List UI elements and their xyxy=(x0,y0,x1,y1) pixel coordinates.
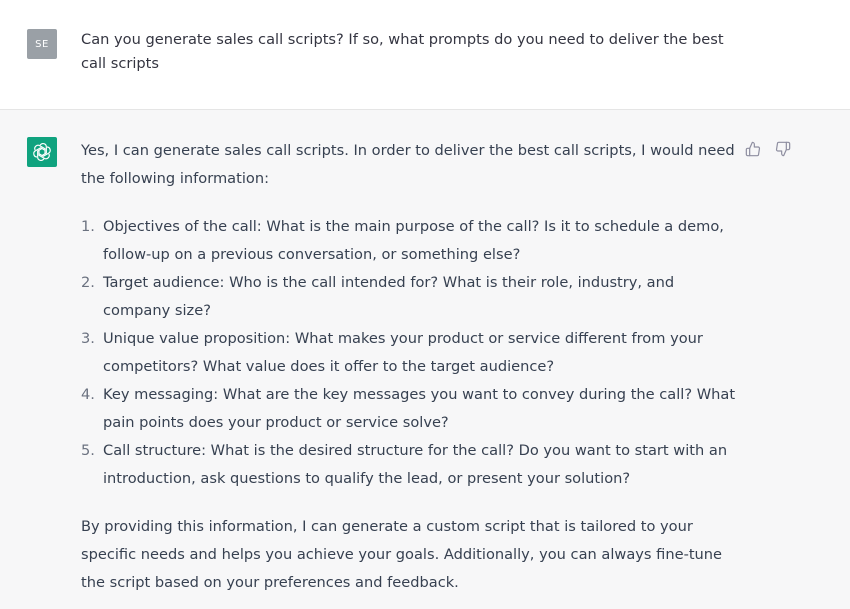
list-item-text: Call structure: What is the desired stru… xyxy=(103,442,728,487)
list-item-text: Unique value proposition: What makes you… xyxy=(103,330,703,375)
list-item-text: Objectives of the call: What is the main… xyxy=(103,218,724,263)
thumbs-up-icon xyxy=(745,141,761,157)
user-message-row: SE Can you generate sales call scripts? … xyxy=(0,0,850,110)
list-item-number: 5. xyxy=(81,442,95,459)
list-item: 5. Call structure: What is the desired st… xyxy=(81,437,736,493)
answer-intro: Yes, I can generate sales call scripts. … xyxy=(81,142,735,187)
user-message-text: Can you generate sales call scripts? If … xyxy=(81,31,724,72)
assistant-avatar xyxy=(27,137,57,167)
requirements-list: 1. Objectives of the call: What is the ma… xyxy=(81,213,736,493)
list-item: 3. Unique value proposition: What makes y… xyxy=(81,325,736,381)
list-item-number: 3. xyxy=(81,330,95,347)
list-item: 4. Key messaging: What are the key messag… xyxy=(81,381,736,437)
user-avatar: SE xyxy=(27,29,57,59)
answer-conclusion: By providing this information, I can gen… xyxy=(81,518,723,591)
list-item: 1. Objectives of the call: What is the ma… xyxy=(81,213,736,269)
list-item-text: Target audience: Who is the call intende… xyxy=(103,274,675,319)
list-item-number: 4. xyxy=(81,386,95,403)
list-item-number: 2. xyxy=(81,274,95,291)
thumbs-down-icon xyxy=(775,141,791,157)
thumbs-up-button[interactable] xyxy=(744,140,762,158)
list-item: 2. Target audience: Who is the call inten… xyxy=(81,269,736,325)
list-item-number: 1. xyxy=(81,218,95,235)
feedback-buttons xyxy=(744,140,792,158)
thumbs-down-button[interactable] xyxy=(774,140,792,158)
openai-logo-icon xyxy=(33,143,51,161)
assistant-message-row: Yes, I can generate sales call scripts. … xyxy=(0,110,850,609)
assistant-answer: Yes, I can generate sales call scripts. … xyxy=(81,137,736,597)
list-item-text: Key messaging: What are the key messages… xyxy=(103,386,736,431)
